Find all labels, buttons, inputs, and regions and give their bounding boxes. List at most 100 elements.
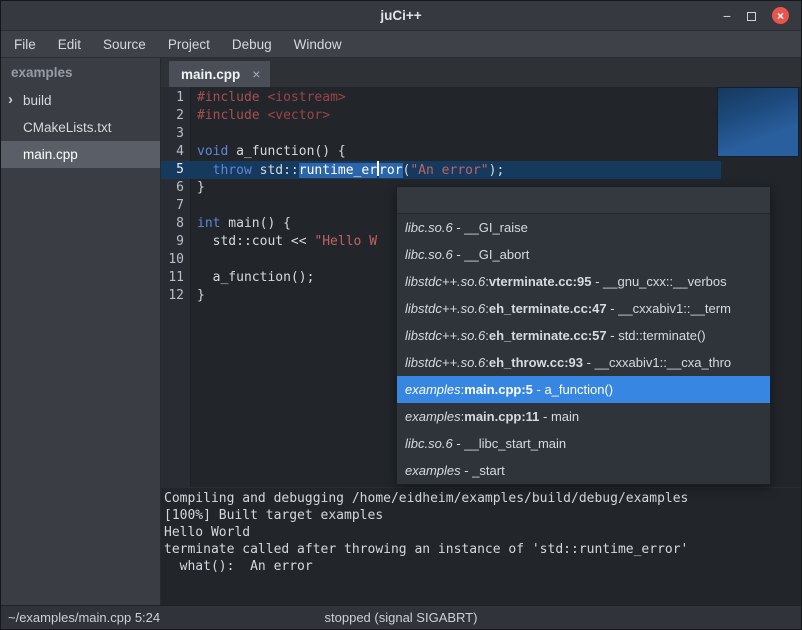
function-name: a_function() bbox=[544, 382, 613, 397]
separator: - bbox=[607, 328, 619, 343]
code-text: #include <iostream> bbox=[191, 89, 346, 107]
line-number: 11 bbox=[161, 269, 191, 287]
function-name: std::terminate() bbox=[618, 328, 705, 343]
function-name: main bbox=[551, 409, 579, 424]
code-segment: std:: bbox=[252, 163, 299, 178]
titlebar[interactable]: juCi++ − × bbox=[1, 1, 801, 31]
tree-item-cmakelists-txt[interactable]: CMakeLists.txt bbox=[1, 114, 160, 141]
close-button[interactable]: × bbox=[772, 7, 789, 24]
terminal-line: what(): An error bbox=[164, 558, 801, 575]
tab-main-cpp[interactable]: main.cpp × bbox=[169, 61, 270, 87]
code-text bbox=[191, 125, 197, 143]
function-name: __GI_abort bbox=[464, 247, 529, 262]
code-segment: } bbox=[197, 288, 205, 303]
backtrace-item[interactable]: examples:main.cpp:5 - a_function() bbox=[397, 376, 770, 403]
minimize-button[interactable]: − bbox=[723, 9, 731, 23]
menu-debug[interactable]: Debug bbox=[221, 31, 283, 57]
code-line: 4void a_function() { bbox=[161, 143, 801, 161]
terminal-line: Compiling and debugging /home/eidheim/ex… bbox=[164, 490, 801, 507]
module-name: libstdc++.so.6 bbox=[405, 328, 485, 343]
line-number: 9 bbox=[161, 233, 191, 251]
module-name: libc.so.6 bbox=[405, 220, 453, 235]
menu-project[interactable]: Project bbox=[157, 31, 221, 57]
code-line: 2#include <vector> bbox=[161, 107, 801, 125]
tree-item-label: CMakeLists.txt bbox=[23, 120, 112, 135]
backtrace-item[interactable]: examples - _start bbox=[397, 457, 770, 484]
module-name: libstdc++.so.6 bbox=[405, 355, 485, 370]
code-text: std::cout << "Hello W bbox=[191, 233, 377, 251]
backtrace-item[interactable]: libstdc++.so.6:eh_terminate.cc:57 - std:… bbox=[397, 322, 770, 349]
line-number: 2 bbox=[161, 107, 191, 125]
file-location: main.cpp:11 bbox=[464, 409, 539, 424]
popup-search-input[interactable] bbox=[397, 187, 770, 214]
backtrace-item[interactable]: examples:main.cpp:11 - main bbox=[397, 403, 770, 430]
code-segment: <vector> bbox=[267, 108, 330, 123]
separator: - bbox=[591, 274, 603, 289]
code-segment: int bbox=[197, 216, 220, 231]
code-segment: #include bbox=[197, 108, 260, 123]
module-name: libc.so.6 bbox=[405, 247, 453, 262]
tree-item-label: build bbox=[23, 93, 52, 108]
file-location: eh_throw.cc:93 bbox=[489, 355, 583, 370]
function-name: __libc_start_main bbox=[464, 436, 566, 451]
statusbar: stopped (signal SIGABRT) ~/examples/main… bbox=[1, 605, 801, 629]
unmaximize-icon bbox=[747, 12, 756, 21]
line-number: 6 bbox=[161, 179, 191, 197]
code-segment: #include bbox=[197, 90, 260, 105]
backtrace-item[interactable]: libc.so.6 - __GI_raise bbox=[397, 214, 770, 241]
tree-item-build[interactable]: › build bbox=[1, 87, 160, 114]
code-text: } bbox=[191, 287, 205, 305]
backtrace-item[interactable]: libc.so.6 - __libc_start_main bbox=[397, 430, 770, 457]
chevron-right-icon[interactable]: › bbox=[8, 91, 13, 108]
module-name: examples bbox=[405, 463, 461, 478]
menu-source[interactable]: Source bbox=[92, 31, 157, 57]
function-name: __cxxabiv1::__term bbox=[618, 301, 731, 316]
terminal-line: [100%] Built target examples bbox=[164, 507, 801, 524]
line-number: 7 bbox=[161, 197, 191, 215]
function-name: __gnu_cxx::__verbos bbox=[603, 274, 727, 289]
highlighted-token: ror bbox=[379, 163, 402, 178]
unmaximize-button[interactable] bbox=[747, 9, 756, 23]
project-name-header: examples bbox=[1, 58, 160, 87]
backtrace-item[interactable]: libc.so.6 - __GI_abort bbox=[397, 241, 770, 268]
code-segment: a_function() { bbox=[228, 144, 345, 159]
code-segment: } bbox=[197, 180, 205, 195]
backtrace-item[interactable]: libstdc++.so.6:eh_terminate.cc:47 - __cx… bbox=[397, 295, 770, 322]
separator: - bbox=[583, 355, 595, 370]
debug-value-tooltip bbox=[717, 87, 799, 157]
terminal-output[interactable]: Compiling and debugging /home/eidheim/ex… bbox=[161, 487, 801, 607]
line-number: 8 bbox=[161, 215, 191, 233]
menu-file[interactable]: File bbox=[3, 31, 47, 57]
backtrace-popup: libc.so.6 - __GI_raiselibc.so.6 - __GI_a… bbox=[396, 186, 771, 485]
close-icon: × bbox=[777, 10, 784, 22]
code-text bbox=[191, 251, 197, 269]
line-number: 5 bbox=[161, 161, 191, 179]
line-number: 3 bbox=[161, 125, 191, 143]
code-text: #include <vector> bbox=[191, 107, 330, 125]
tabbar: main.cpp × bbox=[161, 58, 801, 87]
code-line: 1#include <iostream> bbox=[161, 89, 801, 107]
line-number: 4 bbox=[161, 143, 191, 161]
line-number: 12 bbox=[161, 287, 191, 305]
code-segment: "An error" bbox=[410, 163, 488, 178]
code-segment: void bbox=[197, 144, 228, 159]
backtrace-item[interactable]: libstdc++.so.6:vterminate.cc:95 - __gnu_… bbox=[397, 268, 770, 295]
code-text: } bbox=[191, 179, 205, 197]
tree-item-main-cpp[interactable]: main.cpp bbox=[1, 141, 160, 168]
menubar: FileEditSourceProjectDebugWindow bbox=[1, 31, 801, 58]
menu-window[interactable]: Window bbox=[283, 31, 353, 57]
separator: - bbox=[539, 409, 551, 424]
tab-close-icon[interactable]: × bbox=[252, 66, 260, 82]
menu-edit[interactable]: Edit bbox=[47, 31, 92, 57]
function-name: __GI_raise bbox=[464, 220, 528, 235]
code-text: void a_function() { bbox=[191, 143, 346, 161]
separator: - bbox=[607, 301, 619, 316]
separator: - bbox=[453, 436, 465, 451]
backtrace-item[interactable]: libstdc++.so.6:eh_throw.cc:93 - __cxxabi… bbox=[397, 349, 770, 376]
code-line: 5 throw std::runtime_error("An error"); bbox=[161, 161, 801, 179]
separator: - bbox=[453, 247, 465, 262]
line-number: 10 bbox=[161, 251, 191, 269]
code-segment: main() { bbox=[220, 216, 290, 231]
highlighted-token: runtime_er bbox=[299, 163, 377, 178]
tab-label: main.cpp bbox=[181, 67, 240, 82]
